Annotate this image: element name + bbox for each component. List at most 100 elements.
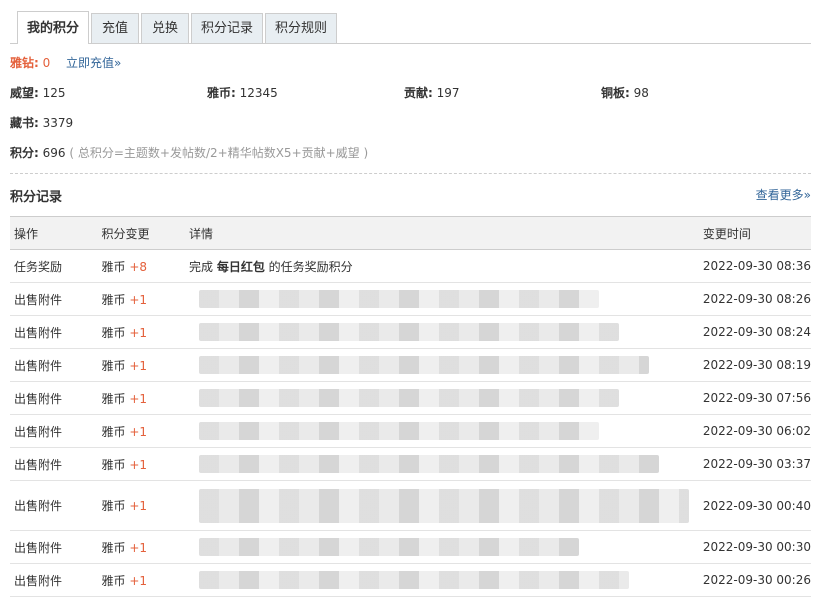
header-change: 积分变更	[97, 216, 185, 250]
diamond-label: 雅钻:	[10, 56, 39, 70]
row-points: +1	[129, 325, 148, 340]
recharge-link[interactable]: 立即充值»	[66, 56, 121, 70]
tab-credit-log[interactable]: 积分记录	[191, 13, 263, 43]
row-operation: 出售附件	[10, 447, 98, 481]
row-time: 2022-09-30 08:24	[698, 315, 811, 349]
tab-exchange[interactable]: 兑换	[141, 13, 189, 43]
redacted-content	[198, 422, 599, 440]
stat-books: 藏书: 3379	[10, 113, 73, 133]
row-change: 雅币 +1	[97, 563, 185, 597]
row-time: 2022-09-30 08:36	[698, 249, 811, 283]
row-time: 2022-09-30 00:40	[698, 480, 811, 531]
stat-value: 125	[42, 86, 66, 100]
row-change: 雅币 +1	[97, 381, 185, 415]
score-formula: ( 总积分=主题数+发帖数/2+精华帖数X5+贡献+威望 )	[69, 146, 369, 160]
row-operation: 出售附件	[10, 563, 98, 597]
row-detail-redacted	[184, 315, 699, 349]
view-more-link[interactable]: 查看更多»	[756, 186, 811, 203]
redacted-content	[198, 389, 619, 407]
total-score-row: 积分: 696 ( 总积分=主题数+发帖数/2+精华帖数X5+贡献+威望 )	[10, 143, 368, 163]
table-row: 出售附件 雅币 +1 2022-09-30 00:26	[10, 563, 811, 597]
credits-page: 我的积分 充值 兑换 积分记录 积分规则 雅钻: 0 立即充值» 威望: 125…	[10, 0, 811, 597]
redacted-content	[198, 323, 619, 341]
table-row: 出售附件 雅币 +1 2022-09-30 08:24	[10, 315, 811, 349]
detail-prefix: 完成	[188, 259, 213, 274]
tab-my-credits[interactable]: 我的积分	[17, 11, 89, 44]
row-currency: 雅币	[101, 499, 126, 513]
row-points: +1	[129, 540, 148, 555]
credit-records-table: 操作 积分变更 详情 变更时间 任务奖励 雅币 +8 完成 每日红包 的任务奖励…	[10, 216, 811, 597]
redacted-content	[198, 488, 689, 523]
tab-credit-rules[interactable]: 积分规则	[265, 13, 337, 43]
row-currency: 雅币	[101, 391, 126, 406]
row-currency: 雅币	[101, 573, 126, 588]
row-detail-redacted	[184, 563, 699, 597]
stat-label: 铜板:	[601, 86, 630, 100]
table-row: 出售附件 雅币 +1 2022-09-30 00:30	[10, 530, 811, 564]
redacted-content	[198, 356, 649, 374]
row-change: 雅币 +1	[97, 348, 185, 382]
table-row: 出售附件 雅币 +1 2022-09-30 08:26	[10, 282, 811, 316]
stat-label: 贡献:	[404, 86, 433, 100]
row-detail-redacted	[184, 530, 699, 564]
row-change: 雅币 +8	[97, 249, 185, 283]
tab-bar-divider	[10, 43, 811, 44]
row-time: 2022-09-30 00:26	[698, 563, 811, 597]
row-time: 2022-09-30 07:56	[698, 381, 811, 415]
diamond-row: 雅钻: 0 立即充值»	[10, 53, 121, 73]
detail-task-name[interactable]: 每日红包	[217, 260, 265, 274]
stat-label: 雅币:	[207, 86, 236, 100]
row-points: +1	[129, 391, 148, 406]
row-operation: 出售附件	[10, 414, 98, 448]
row-points: +1	[129, 573, 148, 588]
score-value: 696	[42, 146, 66, 160]
table-row: 出售附件 雅币 +1 2022-09-30 00:40	[10, 480, 811, 531]
header-time: 变更时间	[698, 216, 811, 250]
stat-coins: 雅币: 12345	[207, 83, 278, 103]
row-detail-redacted	[184, 480, 699, 531]
records-title: 积分记录	[10, 190, 63, 205]
section-divider	[10, 173, 811, 174]
row-currency: 雅币	[101, 424, 126, 439]
row-points: +8	[129, 259, 148, 274]
stat-value: 12345	[239, 86, 278, 100]
redacted-content	[198, 571, 629, 589]
row-points: +1	[129, 457, 148, 472]
tab-recharge[interactable]: 充值	[91, 13, 139, 43]
row-detail-redacted	[184, 414, 699, 448]
table-row: 出售附件 雅币 +1 2022-09-30 08:19	[10, 348, 811, 382]
row-time: 2022-09-30 00:30	[698, 530, 811, 564]
stat-prestige: 威望: 125	[10, 83, 66, 103]
row-points: +1	[129, 292, 148, 307]
row-currency: 雅币	[101, 292, 126, 307]
stat-value: 98	[633, 86, 649, 100]
row-time: 2022-09-30 03:37	[698, 447, 811, 481]
header-detail: 详情	[184, 216, 699, 250]
row-currency: 雅币	[101, 358, 126, 373]
row-change: 雅币 +1	[97, 480, 185, 531]
table-row: 任务奖励 雅币 +8 完成 每日红包 的任务奖励积分 2022-09-30 08…	[10, 249, 811, 283]
stat-label: 威望:	[10, 86, 39, 100]
table-row: 出售附件 雅币 +1 2022-09-30 06:02	[10, 414, 811, 448]
stat-copper: 铜板: 98	[601, 83, 649, 103]
row-detail: 完成 每日红包 的任务奖励积分	[184, 249, 699, 283]
row-operation: 出售附件	[10, 315, 98, 349]
row-detail-redacted	[184, 381, 699, 415]
row-points: +1	[129, 358, 148, 373]
table-row: 出售附件 雅币 +1 2022-09-30 07:56	[10, 381, 811, 415]
redacted-content	[198, 290, 599, 308]
score-label: 积分:	[10, 146, 39, 160]
row-change: 雅币 +1	[97, 447, 185, 481]
header-operation: 操作	[10, 216, 98, 250]
redacted-content	[198, 455, 659, 473]
row-points: +1	[129, 499, 148, 513]
row-currency: 雅币	[101, 325, 126, 340]
diamond-value: 0	[42, 56, 51, 70]
stat-label: 藏书:	[10, 116, 39, 130]
redacted-content	[198, 538, 579, 556]
row-operation: 出售附件	[10, 348, 98, 382]
row-operation: 出售附件	[10, 381, 98, 415]
row-detail-redacted	[184, 348, 699, 382]
row-points: +1	[129, 424, 148, 439]
row-detail-redacted	[184, 447, 699, 481]
